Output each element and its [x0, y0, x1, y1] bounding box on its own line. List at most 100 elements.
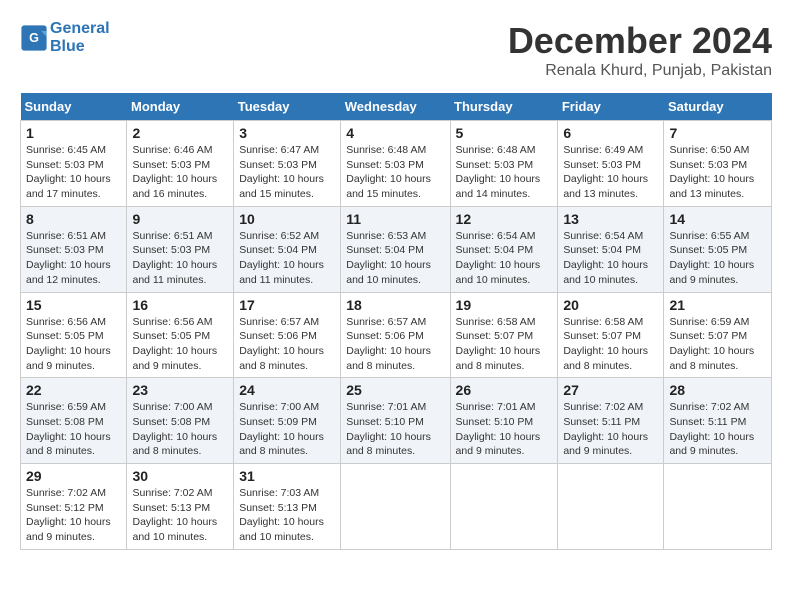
day-info: Sunrise: 7:02 AMSunset: 5:11 PMDaylight:…: [669, 400, 766, 459]
day-info: Sunrise: 6:54 AMSunset: 5:04 PMDaylight:…: [456, 229, 553, 288]
day-number: 6: [563, 125, 658, 141]
day-number: 25: [346, 382, 444, 398]
day-number: 21: [669, 297, 766, 313]
day-number: 18: [346, 297, 444, 313]
weekday-header: Wednesday: [341, 93, 450, 121]
weekday-header: Saturday: [664, 93, 772, 121]
day-number: 1: [26, 125, 121, 141]
calendar-week-row: 8Sunrise: 6:51 AMSunset: 5:03 PMDaylight…: [21, 206, 772, 292]
logo: G General Blue: [20, 20, 110, 56]
day-info: Sunrise: 7:02 AMSunset: 5:11 PMDaylight:…: [563, 400, 658, 459]
calendar-cell: 9 Sunrise: 6:51 AMSunset: 5:03 PMDaylight…: [127, 206, 234, 292]
day-number: 14: [669, 211, 766, 227]
day-number: 16: [132, 297, 228, 313]
calendar-cell: 8Sunrise: 6:51 AMSunset: 5:03 PMDaylight…: [21, 206, 127, 292]
calendar-cell: 17 Sunrise: 6:57 AMSunset: 5:06 PMDayligh…: [234, 292, 341, 378]
day-number: 9: [132, 211, 228, 227]
logo-icon: G: [20, 24, 48, 52]
calendar-cell: 15Sunrise: 6:56 AMSunset: 5:05 PMDayligh…: [21, 292, 127, 378]
day-info: Sunrise: 6:48 AMSunset: 5:03 PMDaylight:…: [456, 143, 553, 202]
day-number: 28: [669, 382, 766, 398]
day-info: Sunrise: 6:51 AMSunset: 5:03 PMDaylight:…: [26, 229, 121, 288]
calendar-week-row: 15Sunrise: 6:56 AMSunset: 5:05 PMDayligh…: [21, 292, 772, 378]
day-info: Sunrise: 6:59 AMSunset: 5:08 PMDaylight:…: [26, 400, 121, 459]
day-info: Sunrise: 7:00 AMSunset: 5:08 PMDaylight:…: [132, 400, 228, 459]
day-info: Sunrise: 6:55 AMSunset: 5:05 PMDaylight:…: [669, 229, 766, 288]
day-info: Sunrise: 7:01 AMSunset: 5:10 PMDaylight:…: [456, 400, 553, 459]
day-info: Sunrise: 7:02 AMSunset: 5:12 PMDaylight:…: [26, 486, 121, 545]
calendar-body: 1 Sunrise: 6:45 AMSunset: 5:03 PMDaylight…: [21, 121, 772, 550]
calendar-cell: 20 Sunrise: 6:58 AMSunset: 5:07 PMDayligh…: [558, 292, 664, 378]
day-number: 17: [239, 297, 335, 313]
weekday-header: Friday: [558, 93, 664, 121]
calendar-cell: 5 Sunrise: 6:48 AMSunset: 5:03 PMDaylight…: [450, 121, 558, 207]
calendar-cell: 11Sunrise: 6:53 AMSunset: 5:04 PMDayligh…: [341, 206, 450, 292]
day-info: Sunrise: 6:51 AMSunset: 5:03 PMDaylight:…: [132, 229, 228, 288]
calendar-cell: 24 Sunrise: 7:00 AMSunset: 5:09 PMDayligh…: [234, 378, 341, 464]
day-info: Sunrise: 7:02 AMSunset: 5:13 PMDaylight:…: [132, 486, 228, 545]
day-info: Sunrise: 6:56 AMSunset: 5:05 PMDaylight:…: [26, 315, 121, 374]
day-info: Sunrise: 6:46 AMSunset: 5:03 PMDaylight:…: [132, 143, 228, 202]
calendar-table: SundayMondayTuesdayWednesdayThursdayFrid…: [20, 93, 772, 550]
day-info: Sunrise: 6:58 AMSunset: 5:07 PMDaylight:…: [563, 315, 658, 374]
calendar-cell: 14 Sunrise: 6:55 AMSunset: 5:05 PMDayligh…: [664, 206, 772, 292]
day-number: 23: [132, 382, 228, 398]
calendar-header-row: SundayMondayTuesdayWednesdayThursdayFrid…: [21, 93, 772, 121]
day-number: 13: [563, 211, 658, 227]
calendar-cell: 4Sunrise: 6:48 AMSunset: 5:03 PMDaylight…: [341, 121, 450, 207]
day-number: 29: [26, 468, 121, 484]
calendar-cell: 29 Sunrise: 7:02 AMSunset: 5:12 PMDayligh…: [21, 464, 127, 550]
calendar-cell: 12Sunrise: 6:54 AMSunset: 5:04 PMDayligh…: [450, 206, 558, 292]
month-title: December 2024: [508, 20, 772, 62]
calendar-week-row: 29 Sunrise: 7:02 AMSunset: 5:12 PMDayligh…: [21, 464, 772, 550]
calendar-cell: 6 Sunrise: 6:49 AMSunset: 5:03 PMDaylight…: [558, 121, 664, 207]
day-number: 2: [132, 125, 228, 141]
weekday-header: Thursday: [450, 93, 558, 121]
day-number: 10: [239, 211, 335, 227]
calendar-cell: 3 Sunrise: 6:47 AMSunset: 5:03 PMDaylight…: [234, 121, 341, 207]
day-number: 27: [563, 382, 658, 398]
day-number: 24: [239, 382, 335, 398]
calendar-cell: 22Sunrise: 6:59 AMSunset: 5:08 PMDayligh…: [21, 378, 127, 464]
calendar-cell: 23 Sunrise: 7:00 AMSunset: 5:08 PMDayligh…: [127, 378, 234, 464]
day-info: Sunrise: 7:00 AMSunset: 5:09 PMDaylight:…: [239, 400, 335, 459]
logo-line1: General: [50, 20, 110, 38]
calendar-cell: [664, 464, 772, 550]
calendar-cell: 28 Sunrise: 7:02 AMSunset: 5:11 PMDayligh…: [664, 378, 772, 464]
day-info: Sunrise: 6:54 AMSunset: 5:04 PMDaylight:…: [563, 229, 658, 288]
calendar-cell: [450, 464, 558, 550]
day-info: Sunrise: 6:49 AMSunset: 5:03 PMDaylight:…: [563, 143, 658, 202]
calendar-cell: 21 Sunrise: 6:59 AMSunset: 5:07 PMDayligh…: [664, 292, 772, 378]
calendar-cell: 13 Sunrise: 6:54 AMSunset: 5:04 PMDayligh…: [558, 206, 664, 292]
calendar-week-row: 1 Sunrise: 6:45 AMSunset: 5:03 PMDaylight…: [21, 121, 772, 207]
day-number: 3: [239, 125, 335, 141]
day-info: Sunrise: 7:01 AMSunset: 5:10 PMDaylight:…: [346, 400, 444, 459]
svg-text:G: G: [29, 31, 39, 45]
logo-line2: Blue: [50, 38, 110, 56]
day-info: Sunrise: 6:47 AMSunset: 5:03 PMDaylight:…: [239, 143, 335, 202]
day-info: Sunrise: 6:59 AMSunset: 5:07 PMDaylight:…: [669, 315, 766, 374]
day-info: Sunrise: 6:50 AMSunset: 5:03 PMDaylight:…: [669, 143, 766, 202]
day-info: Sunrise: 6:57 AMSunset: 5:06 PMDaylight:…: [239, 315, 335, 374]
location-title: Renala Khurd, Punjab, Pakistan: [508, 62, 772, 80]
calendar-cell: 18Sunrise: 6:57 AMSunset: 5:06 PMDayligh…: [341, 292, 450, 378]
day-number: 11: [346, 211, 444, 227]
calendar-cell: 27 Sunrise: 7:02 AMSunset: 5:11 PMDayligh…: [558, 378, 664, 464]
day-number: 20: [563, 297, 658, 313]
day-number: 4: [346, 125, 444, 141]
day-info: Sunrise: 6:58 AMSunset: 5:07 PMDaylight:…: [456, 315, 553, 374]
calendar-week-row: 22Sunrise: 6:59 AMSunset: 5:08 PMDayligh…: [21, 378, 772, 464]
day-number: 31: [239, 468, 335, 484]
weekday-header: Sunday: [21, 93, 127, 121]
day-number: 26: [456, 382, 553, 398]
day-info: Sunrise: 6:56 AMSunset: 5:05 PMDaylight:…: [132, 315, 228, 374]
day-info: Sunrise: 6:45 AMSunset: 5:03 PMDaylight:…: [26, 143, 121, 202]
calendar-cell: 31Sunrise: 7:03 AMSunset: 5:13 PMDayligh…: [234, 464, 341, 550]
calendar-cell: [341, 464, 450, 550]
day-info: Sunrise: 6:52 AMSunset: 5:04 PMDaylight:…: [239, 229, 335, 288]
weekday-header: Monday: [127, 93, 234, 121]
calendar-cell: 2 Sunrise: 6:46 AMSunset: 5:03 PMDaylight…: [127, 121, 234, 207]
calendar-cell: 10 Sunrise: 6:52 AMSunset: 5:04 PMDayligh…: [234, 206, 341, 292]
day-number: 5: [456, 125, 553, 141]
day-number: 19: [456, 297, 553, 313]
